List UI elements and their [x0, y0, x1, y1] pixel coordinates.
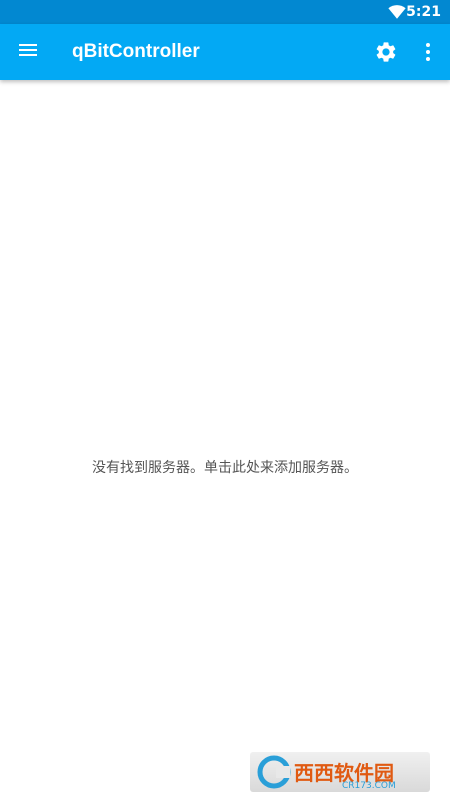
menu-icon[interactable]: [16, 38, 40, 62]
status-time: 5:21: [406, 4, 441, 20]
watermark-site: CR173.COM: [342, 781, 396, 791]
empty-servers-message[interactable]: 没有找到服务器。单击此处来添加服务器。: [0, 458, 450, 478]
more-vert-icon[interactable]: [416, 40, 440, 64]
app-title: qBitController: [72, 41, 200, 62]
app-bar: qBitController: [0, 24, 450, 80]
server-list[interactable]: 没有找到服务器。单击此处来添加服务器。: [0, 80, 450, 800]
gear-icon[interactable]: [374, 40, 398, 64]
watermark-logo: 西西软件园 CR173.COM: [250, 752, 430, 792]
status-bar: 5:21: [0, 0, 450, 24]
wifi-icon: [388, 5, 406, 19]
